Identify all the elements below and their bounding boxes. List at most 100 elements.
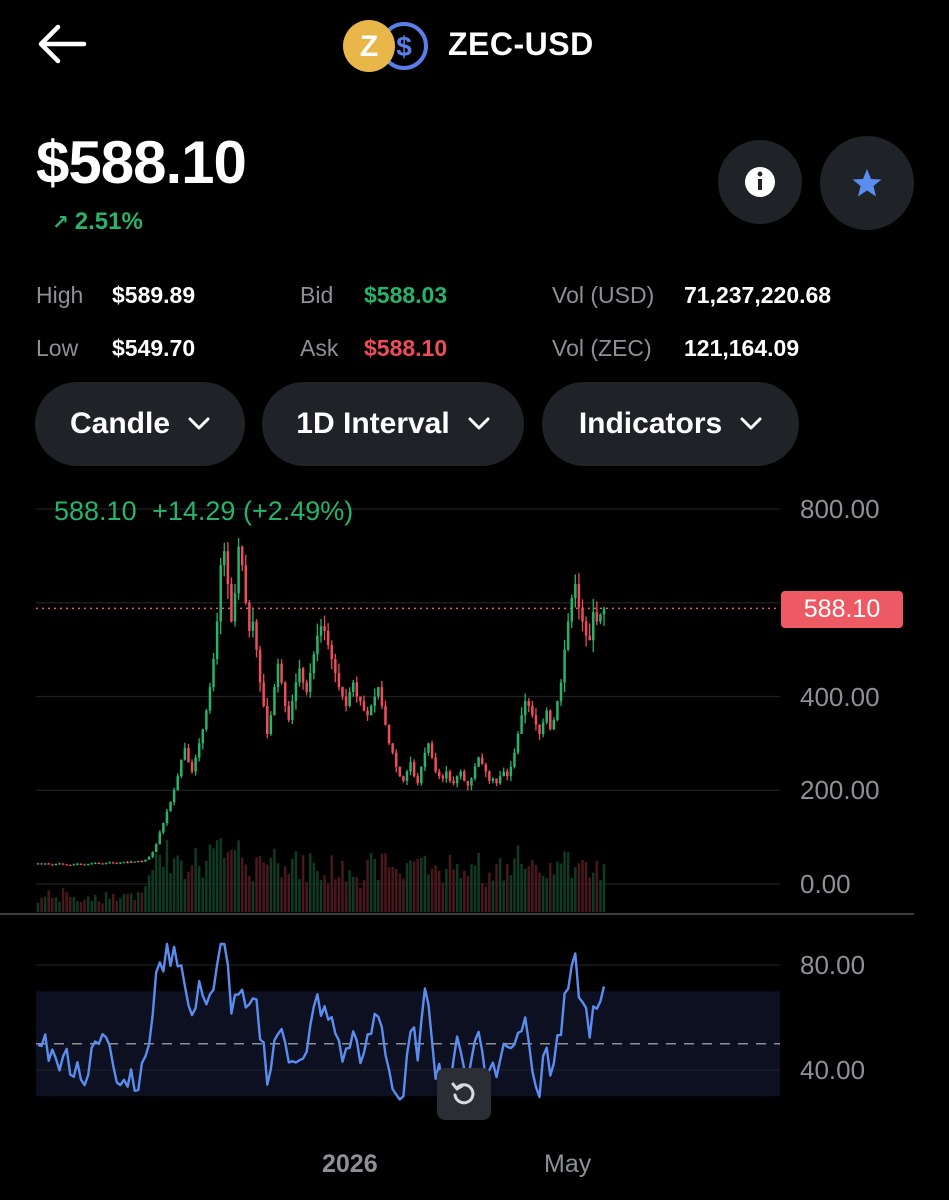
- volume-bar: [409, 860, 412, 912]
- candle-body: [172, 790, 176, 802]
- rsi-axis-label: 80.00: [800, 950, 865, 980]
- candle-body: [291, 701, 294, 720]
- volume-bar: [51, 897, 54, 912]
- high-value: $589.89: [112, 282, 196, 308]
- candle-body: [83, 864, 86, 866]
- volume-bar: [448, 854, 452, 912]
- candle-body: [129, 861, 133, 863]
- star-icon: [852, 169, 882, 197]
- volume-bar: [566, 852, 570, 912]
- favorite-button[interactable]: [820, 136, 914, 230]
- volume-bar: [402, 878, 405, 912]
- volume-bar: [219, 838, 222, 912]
- candle-body: [523, 701, 527, 716]
- candle-body: [355, 682, 359, 697]
- volume-bar: [251, 881, 255, 912]
- candle-body: [405, 771, 409, 781]
- candle-body: [566, 621, 570, 650]
- candle-body: [94, 862, 97, 865]
- candle-body: [445, 771, 448, 779]
- volume-bar: [480, 883, 484, 912]
- volume-bar: [452, 869, 455, 912]
- back-button[interactable]: [36, 22, 88, 66]
- candle-body: [86, 863, 90, 866]
- candle-body: [287, 705, 291, 720]
- candle-body: [258, 649, 262, 683]
- volume-bar: [459, 877, 462, 912]
- volume-bar: [233, 850, 237, 912]
- candle-body: [104, 862, 108, 865]
- candle-body: [269, 715, 273, 734]
- volume-bar: [269, 857, 273, 912]
- candle-body: [137, 861, 140, 863]
- candle-body: [233, 593, 237, 622]
- candle-body: [563, 649, 566, 683]
- bid-value: $588.03: [364, 282, 448, 308]
- candle-body: [473, 766, 477, 779]
- candle-body: [466, 780, 470, 786]
- reset-icon: [451, 1082, 475, 1105]
- volume-bar: [104, 891, 108, 912]
- ohlc-change-pct: (+2.49%): [242, 496, 354, 526]
- volume-bar: [298, 879, 301, 912]
- candle-body: [162, 823, 165, 833]
- reset-chart-button[interactable]: [437, 1068, 491, 1120]
- zec-coin-icon: Z: [360, 30, 378, 63]
- candle-body: [484, 764, 488, 772]
- volume-bar: [194, 848, 197, 912]
- volume-bar: [351, 877, 355, 912]
- volume-bar: [416, 859, 419, 912]
- price-axis-label: 400.00: [800, 682, 880, 712]
- volume-bar: [484, 886, 488, 912]
- volume-bar: [330, 855, 334, 912]
- info-button[interactable]: [718, 140, 802, 224]
- volume-bar: [506, 864, 509, 912]
- volume-bar: [366, 859, 369, 912]
- volume-bar: [326, 883, 330, 912]
- volume-bar: [391, 866, 394, 912]
- volume-bar: [151, 869, 154, 912]
- chart-type-dropdown[interactable]: Candle: [35, 382, 245, 466]
- candle-body: [312, 654, 316, 674]
- interval-dropdown[interactable]: 1D Interval: [262, 382, 524, 466]
- volume-bar: [455, 863, 459, 912]
- candle-body: [144, 859, 147, 862]
- volume-bar: [223, 857, 226, 912]
- candle-body: [369, 705, 373, 716]
- candle-body: [513, 752, 516, 767]
- candle-body: [359, 696, 362, 702]
- candle-body: [294, 682, 298, 702]
- candle-body: [219, 565, 222, 622]
- price-change: ↗ 2.51%: [52, 208, 143, 236]
- volume-bar: [520, 863, 523, 912]
- volume-bar: [348, 870, 351, 912]
- volume-bar: [398, 873, 402, 912]
- volume-bar: [47, 890, 51, 912]
- candle-body: [115, 862, 119, 865]
- candle-body: [111, 862, 115, 864]
- volume-bar: [40, 897, 43, 912]
- volume-bar: [577, 863, 581, 912]
- candle-body: [595, 612, 599, 622]
- volume-bar: [54, 897, 58, 912]
- volume-bar: [384, 853, 387, 912]
- vol-zec-value: 121,164.09: [684, 335, 800, 361]
- volume-bar: [65, 892, 68, 912]
- indicators-dropdown[interactable]: Indicators: [542, 382, 799, 466]
- volume-bar: [498, 858, 502, 912]
- candle-body: [402, 776, 405, 781]
- candle-body: [54, 863, 58, 866]
- volume-bar: [359, 887, 362, 912]
- volume-bar: [111, 894, 115, 912]
- vol-usd-label: Vol (USD): [552, 282, 655, 308]
- price-axis-label: 200.00: [800, 775, 880, 805]
- candle-body: [280, 663, 283, 683]
- candle-body: [412, 762, 416, 777]
- volume-bar: [470, 864, 473, 912]
- candle-body: [133, 861, 136, 863]
- candle-body: [420, 766, 423, 784]
- volume-bar: [58, 901, 61, 912]
- volume-bar: [187, 871, 190, 912]
- vol-zec-label: Vol (ZEC): [552, 335, 652, 361]
- volume-bar: [137, 892, 140, 912]
